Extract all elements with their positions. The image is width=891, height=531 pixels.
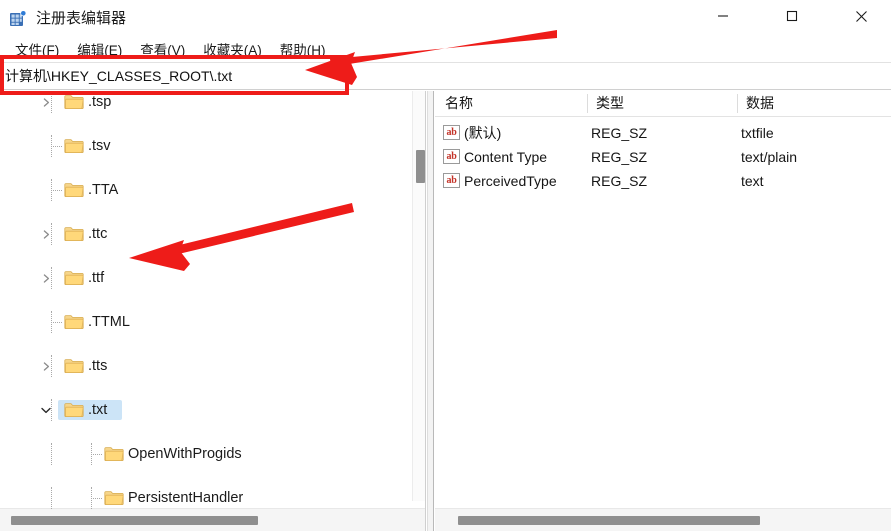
address-bar[interactable]: 计算机\HKEY_CLASSES_ROOT\.txt: [0, 62, 891, 90]
chevron-down-icon[interactable]: [38, 399, 54, 421]
tree-guide: [51, 322, 62, 323]
registry-editor-icon: [9, 10, 27, 28]
tree-vertical-scrollbar[interactable]: [412, 91, 425, 501]
tree-item-label: .ttf: [88, 270, 105, 286]
chevron-right-icon[interactable]: [38, 91, 54, 113]
tree-guide: [91, 498, 102, 499]
value-name: PerceivedType: [464, 173, 557, 189]
folder-icon: [64, 358, 84, 374]
address-bar-text[interactable]: 计算机\HKEY_CLASSES_ROOT\.txt: [0, 66, 232, 86]
value-name: Content Type: [464, 149, 548, 165]
value-data: txtfile: [741, 125, 774, 141]
folder-icon: [64, 270, 84, 286]
values-horizontal-scrollbar-thumb[interactable]: [458, 516, 760, 525]
menu-edit[interactable]: 编辑(E): [68, 41, 131, 61]
tree-item-label: .ttc: [88, 226, 108, 242]
menu-bar: 文件(F) 编辑(E) 查看(V) 收藏夹(A) 帮助(H): [0, 40, 891, 62]
value-data: text: [741, 173, 764, 189]
tree-guide: [91, 454, 102, 455]
tree-item-label: .TTML: [88, 314, 130, 330]
column-divider-1[interactable]: [587, 94, 588, 113]
close-button[interactable]: [838, 0, 884, 32]
value-type: REG_SZ: [591, 149, 648, 165]
tree-item-tts[interactable]: .tts: [0, 355, 412, 377]
maximize-button[interactable]: [769, 0, 815, 32]
tree-guide: [51, 443, 52, 465]
tree-item-tta[interactable]: .TTA: [0, 179, 412, 201]
window-title: 注册表编辑器: [36, 10, 127, 27]
pane-splitter[interactable]: [427, 91, 434, 531]
folder-icon: [64, 314, 84, 330]
folder-icon: [104, 490, 124, 506]
value-row[interactable]: ab (默认) REG_SZ txtfile: [435, 121, 891, 145]
values-horizontal-scrollbar[interactable]: [435, 508, 891, 531]
tree-item-tsv[interactable]: .tsv: [0, 135, 412, 157]
tree-item-label: .tts: [88, 358, 108, 374]
tree-item-ttc[interactable]: .ttc: [0, 223, 412, 245]
tree-item-label: .TTA: [88, 182, 119, 198]
value-data: text/plain: [741, 149, 798, 165]
chevron-right-icon[interactable]: [38, 267, 54, 289]
tree-item-label: .tsv: [88, 138, 111, 154]
column-divider-2[interactable]: [737, 94, 738, 113]
folder-icon: [64, 226, 84, 242]
menu-file[interactable]: 文件(F): [6, 41, 68, 61]
string-value-icon: ab: [443, 125, 460, 140]
tree-item-label: PersistentHandler: [128, 490, 244, 506]
tree-vertical-scrollbar-thumb[interactable]: [416, 150, 425, 183]
tree-item-label: OpenWithProgids: [128, 446, 242, 462]
tree-guide: [51, 146, 62, 147]
tree-item-ttml[interactable]: .TTML: [0, 311, 412, 333]
column-header-name[interactable]: 名称: [445, 91, 473, 116]
value-name: (默认): [464, 125, 502, 141]
column-header-data[interactable]: 数据: [746, 91, 774, 116]
tree-item-txt[interactable]: .txt: [0, 399, 412, 421]
value-type: REG_SZ: [591, 125, 648, 141]
tree-item-label: .tsp: [88, 94, 112, 110]
tree-item-label: .txt: [88, 402, 108, 418]
value-type: REG_SZ: [591, 173, 648, 189]
tree-horizontal-scrollbar[interactable]: [0, 508, 425, 531]
menu-favorites[interactable]: 收藏夹(A): [194, 41, 271, 61]
chevron-right-icon[interactable]: [38, 223, 54, 245]
value-row[interactable]: ab Content Type REG_SZ text/plain: [435, 145, 891, 169]
values-column-header: 名称 类型 数据: [435, 91, 891, 117]
tree-guide: [51, 487, 52, 509]
registry-tree-pane[interactable]: .tsp .tsv .TTA .ttc .ttf .TTML .tts .txt…: [0, 91, 426, 531]
chevron-right-icon[interactable]: [38, 355, 54, 377]
folder-icon: [104, 446, 124, 462]
folder-icon: [64, 402, 84, 418]
string-value-icon: ab: [443, 149, 460, 164]
minimize-button[interactable]: [700, 0, 746, 32]
column-header-type[interactable]: 类型: [596, 91, 624, 116]
tree-horizontal-scrollbar-thumb[interactable]: [11, 516, 258, 525]
content-area: .tsp .tsv .TTA .ttc .ttf .TTML .tts .txt…: [0, 91, 891, 531]
tree-item-persistenthandler[interactable]: PersistentHandler: [0, 487, 412, 509]
tree-item-ttf[interactable]: .ttf: [0, 267, 412, 289]
menu-help[interactable]: 帮助(H): [271, 41, 335, 61]
folder-icon: [64, 94, 84, 110]
tree-item-openwithprogids[interactable]: OpenWithProgids: [0, 443, 412, 465]
tree-guide: [51, 190, 62, 191]
menu-view[interactable]: 查看(V): [131, 41, 194, 61]
tree-item-tsp[interactable]: .tsp: [0, 91, 412, 113]
string-value-icon: ab: [443, 173, 460, 188]
value-row[interactable]: ab PerceivedType REG_SZ text: [435, 169, 891, 193]
folder-icon: [64, 182, 84, 198]
title-bar[interactable]: 注册表编辑器: [0, 0, 891, 38]
folder-icon: [64, 138, 84, 154]
registry-values-pane[interactable]: 名称 类型 数据 ab (默认) REG_SZ txtfile ab Content Ty…: [435, 91, 891, 531]
registry-tree: .tsp .tsv .TTA .ttc .ttf .TTML .tts .txt…: [0, 91, 412, 509]
